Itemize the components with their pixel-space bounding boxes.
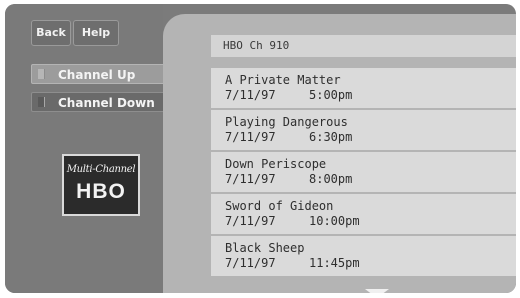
program-item[interactable]: Black Sheep 7/11/97 11:45pm	[211, 236, 516, 276]
logo-script-text: Multi-Channel	[66, 164, 136, 175]
channel-up-marker-icon	[38, 69, 45, 79]
program-time: 6:30pm	[309, 130, 353, 144]
triangle-down-icon[interactable]	[365, 289, 389, 293]
program-date: 7/11/97	[225, 88, 276, 102]
program-title: Down Periscope	[225, 157, 327, 171]
channel-down-button[interactable]: Channel Down	[31, 92, 185, 112]
program-time: 5:00pm	[309, 88, 353, 102]
program-item[interactable]: A Private Matter 7/11/97 5:00pm	[211, 68, 516, 108]
channel-down-marker-icon	[38, 97, 45, 107]
navigation-panel: Back Help Channel Up Channel Down Multi-…	[5, 4, 185, 293]
program-date: 7/11/97	[225, 256, 276, 270]
program-item[interactable]: Sword of Gideon 7/11/97 10:00pm	[211, 194, 516, 234]
program-date: 7/11/97	[225, 214, 276, 228]
channel-down-label: Channel Down	[58, 96, 155, 110]
hbo-logo: Multi-Channel HBO	[62, 154, 140, 216]
program-time: 8:00pm	[309, 172, 353, 186]
channel-up-button[interactable]: Channel Up	[31, 64, 185, 84]
program-time: 11:45pm	[309, 256, 360, 270]
channel-up-label: Channel Up	[58, 68, 136, 82]
program-title: A Private Matter	[225, 73, 341, 87]
channel-header: HBO Ch 910	[211, 35, 516, 57]
program-date: 7/11/97	[225, 172, 276, 186]
program-date: 7/11/97	[225, 130, 276, 144]
help-button[interactable]: Help	[73, 20, 119, 46]
program-list: A Private Matter 7/11/97 5:00pm Playing D…	[211, 68, 516, 278]
listings-panel: HBO Ch 910 A Private Matter 7/11/97 5:00p…	[163, 14, 516, 293]
guide-frame: Back Help Channel Up Channel Down Multi-…	[5, 4, 516, 293]
program-title: Playing Dangerous	[225, 115, 348, 129]
program-item[interactable]: Playing Dangerous 7/11/97 6:30pm	[211, 110, 516, 150]
logo-brand-text: HBO	[76, 180, 126, 203]
back-button[interactable]: Back	[31, 20, 71, 46]
program-time: 10:00pm	[309, 214, 360, 228]
program-title: Sword of Gideon	[225, 199, 334, 213]
program-item[interactable]: Down Periscope 7/11/97 8:00pm	[211, 152, 516, 192]
program-title: Black Sheep	[225, 241, 305, 255]
tv-guide-screen: Back Help Channel Up Channel Down Multi-…	[0, 0, 520, 298]
